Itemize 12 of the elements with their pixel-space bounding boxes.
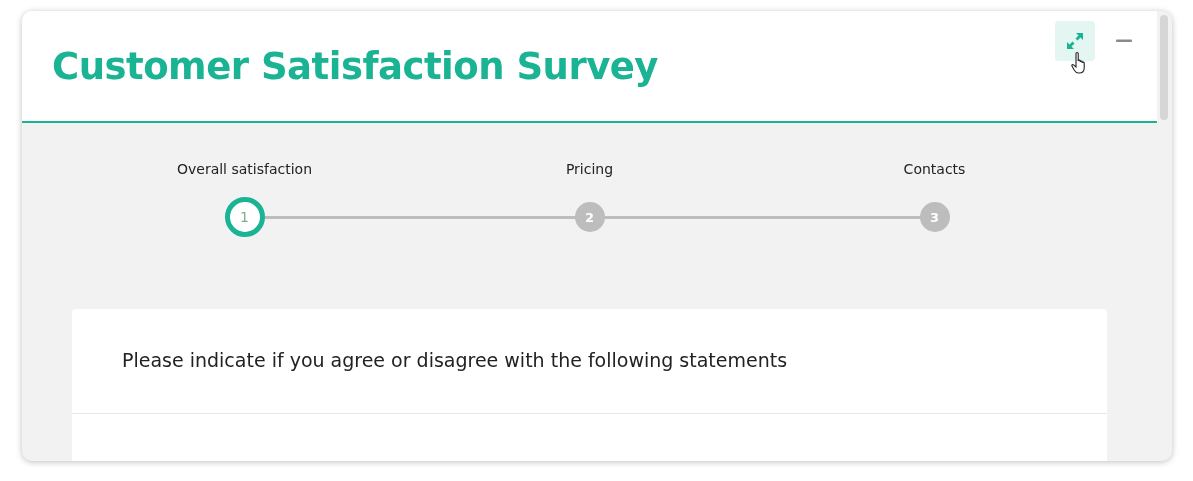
scrollbar-thumb[interactable] bbox=[1160, 15, 1168, 120]
expand-button[interactable] bbox=[1055, 21, 1095, 61]
question-text: Please indicate if you agree or disagree with the following statements bbox=[72, 309, 1107, 414]
expand-icon bbox=[1065, 31, 1085, 51]
step-circle[interactable]: 2 bbox=[574, 202, 605, 232]
step-circle[interactable]: 3 bbox=[919, 202, 950, 232]
step-label: Overall satisfaction bbox=[176, 161, 313, 177]
step-label: Pricing bbox=[565, 161, 614, 177]
minimize-icon bbox=[1116, 39, 1132, 43]
step-circle[interactable]: 1 bbox=[224, 197, 265, 237]
survey-title: Customer Satisfaction Survey bbox=[52, 44, 658, 88]
step-label: Contacts bbox=[903, 161, 966, 177]
